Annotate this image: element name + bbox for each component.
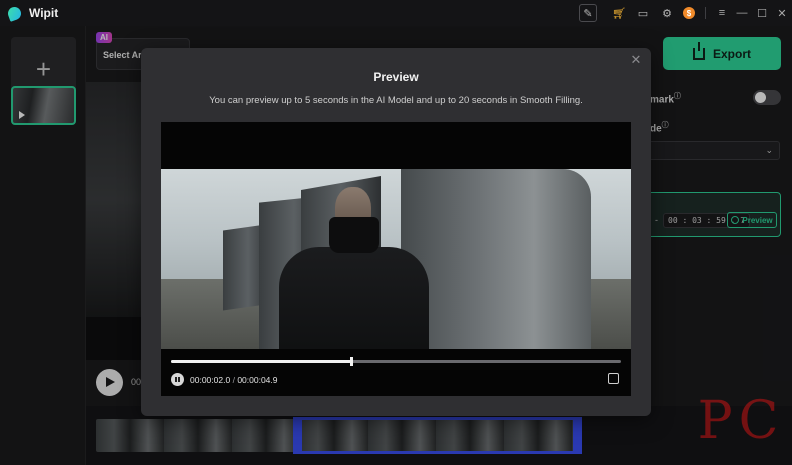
dialog-title: Preview	[373, 70, 419, 84]
app-logo	[6, 4, 23, 22]
settings-icon[interactable]: ⚙	[659, 5, 675, 21]
preview-video[interactable]	[161, 169, 631, 349]
dialog-description: You can preview up to 5 seconds in the A…	[209, 95, 583, 106]
feedback-icon[interactable]: ▭	[635, 5, 651, 21]
total-time: 00:00:04.9	[237, 375, 278, 385]
title-bar-divider	[705, 7, 706, 19]
title-bar-actions: ✎ 🛒︎ ▭ ⚙ $ ≡ — ☐ ✕	[575, 0, 792, 26]
preview-progress-bar[interactable]	[171, 357, 621, 366]
title-bar: Wipit ✎ 🛒︎ ▭ ⚙ $ ≡ — ☐ ✕	[0, 0, 792, 26]
app-title: Wipit	[29, 6, 59, 20]
maximize-icon[interactable]: ☐	[752, 7, 772, 20]
preview-time: 00:00:02.0 / 00:00:04.9	[190, 375, 278, 385]
current-time: 00:00:02.0	[190, 375, 231, 385]
edit-icon[interactable]: ✎	[579, 4, 597, 22]
minimize-icon[interactable]: —	[732, 7, 752, 19]
pause-button[interactable]	[171, 373, 184, 386]
time-separator: /	[232, 375, 235, 385]
preview-progress-fill	[171, 360, 351, 363]
cart-icon[interactable]: 🛒︎	[611, 5, 627, 21]
preview-progress-handle[interactable]	[350, 357, 353, 366]
subject-figure	[279, 247, 429, 349]
close-icon[interactable]: ✕	[629, 53, 643, 67]
fullscreen-icon[interactable]	[608, 373, 619, 384]
coin-icon[interactable]: $	[683, 7, 695, 19]
preview-dialog: ✕ Preview You can preview up to 5 second…	[141, 48, 651, 416]
preview-player: 00:00:02.0 / 00:00:04.9	[161, 122, 631, 396]
close-window-icon[interactable]: ✕	[772, 7, 792, 20]
watermark-logo: PC	[697, 391, 779, 451]
menu-icon[interactable]: ≡	[712, 7, 732, 19]
